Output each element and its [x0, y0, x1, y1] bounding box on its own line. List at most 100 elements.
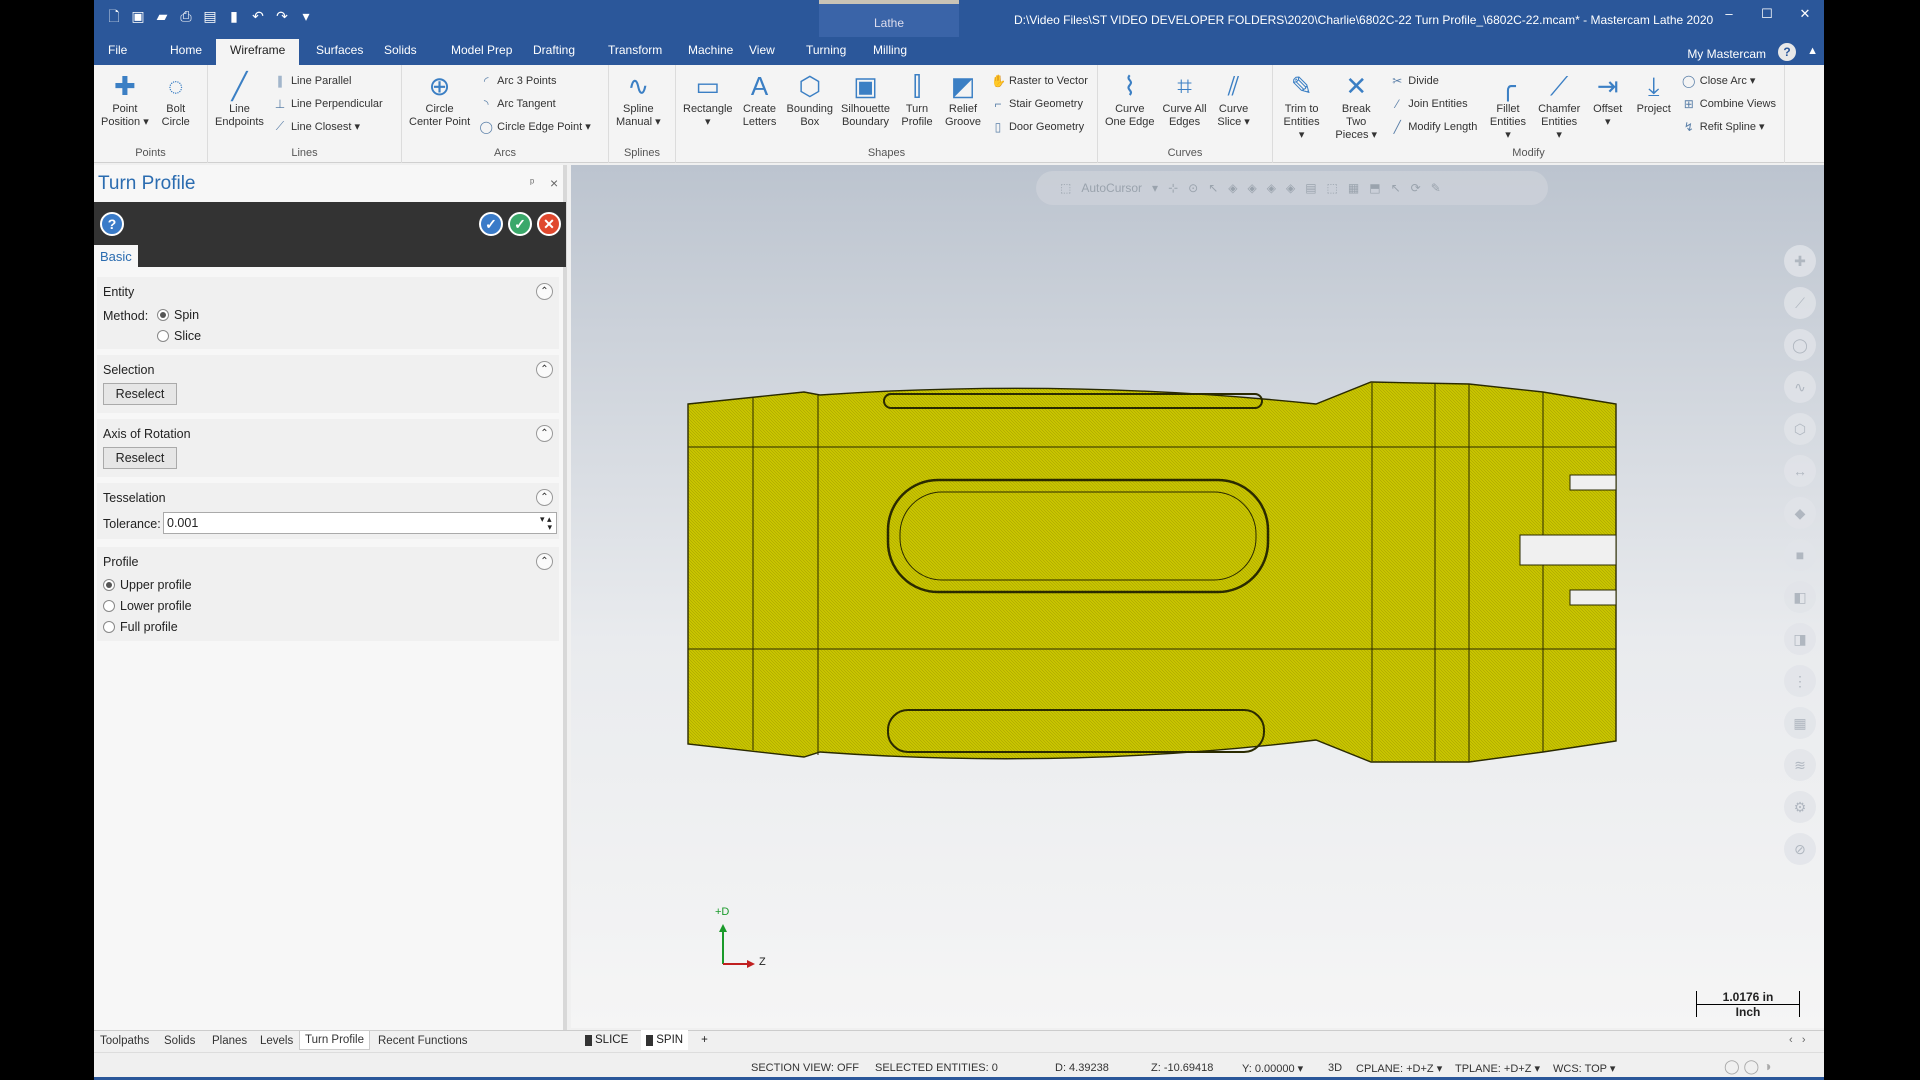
- stair-geometry-button[interactable]: ⌐ Stair Geometry: [991, 94, 1088, 113]
- circle-icon[interactable]: ◯: [1784, 329, 1816, 361]
- graphics-viewport[interactable]: ⬚ AutoCursor ▾ ⊹ ⊙ ↖ ◈ ◈ ◈ ◈ ▤ ⬚ ▦ ⬒ ↖ ⟳…: [571, 165, 1824, 1028]
- manager-tab-levels[interactable]: Levels: [260, 1035, 293, 1047]
- close-button[interactable]: ✕: [1786, 6, 1824, 22]
- raster-to-vector-button[interactable]: ✋ Raster to Vector: [991, 71, 1088, 90]
- maximize-button[interactable]: ☐: [1748, 6, 1786, 22]
- manager-tab-toolpaths[interactable]: Toolpaths: [100, 1035, 149, 1047]
- tab-file[interactable]: File: [108, 43, 127, 57]
- manager-tab-planes[interactable]: Planes: [212, 1035, 247, 1047]
- color-icon[interactable]: ◨: [1784, 623, 1816, 655]
- bookmark-icon[interactable]: ▮: [226, 8, 242, 24]
- list-icon[interactable]: ⋮: [1784, 665, 1816, 697]
- circle-edge-point-button[interactable]: ◯ Circle Edge Point ▾: [479, 117, 590, 136]
- collapse-icon[interactable]: ⌃: [536, 425, 553, 442]
- tab-surfaces[interactable]: Surfaces: [316, 43, 363, 57]
- line-icon[interactable]: ⟋: [1784, 287, 1816, 319]
- no-icon[interactable]: ⊘: [1784, 833, 1816, 865]
- wcs-status[interactable]: WCS: TOP ▾: [1553, 1062, 1615, 1075]
- cplane-status[interactable]: CPLANE: +D+Z ▾: [1356, 1062, 1442, 1075]
- spinner-icon[interactable]: ▾ ▴ ▾: [540, 515, 552, 532]
- open-icon[interactable]: ▰: [154, 8, 170, 24]
- attributes-icon[interactable]: ▦: [1784, 707, 1816, 739]
- undo-icon[interactable]: ↶: [250, 8, 266, 24]
- tab-turning[interactable]: Turning: [806, 43, 846, 57]
- tab-machine[interactable]: Machine: [688, 43, 733, 57]
- divide-button[interactable]: ✂ Divide: [1390, 71, 1477, 90]
- manager-tab-solids[interactable]: Solids: [164, 1035, 195, 1047]
- join-entities-button[interactable]: ⁄ Join Entities: [1390, 94, 1477, 113]
- minimize-button[interactable]: –: [1710, 6, 1748, 22]
- layers-icon[interactable]: ◧: [1784, 581, 1816, 613]
- tab-solids[interactable]: Solids: [384, 43, 417, 57]
- print-icon[interactable]: ⎙: [178, 8, 194, 24]
- shading-icons[interactable]: ◯ ◯ ◑: [1724, 1058, 1772, 1075]
- mode-3d[interactable]: 3D: [1328, 1062, 1342, 1074]
- viewsheet-slice[interactable]: SLICE: [580, 1030, 633, 1050]
- save-icon[interactable]: ▣: [130, 8, 146, 24]
- settings-icon[interactable]: ⚙: [1784, 791, 1816, 823]
- add-viewsheet-button[interactable]: +: [696, 1030, 713, 1050]
- radio-full-profile[interactable]: Full profile: [103, 620, 178, 634]
- collapse-icon[interactable]: ⌃: [536, 553, 553, 570]
- section-view-status[interactable]: SECTION VIEW: OFF: [751, 1062, 859, 1074]
- spline-icon[interactable]: ∿: [1784, 371, 1816, 403]
- help-icon[interactable]: ?: [100, 212, 124, 236]
- tab-view[interactable]: View: [749, 43, 775, 57]
- radio-spin[interactable]: Spin: [157, 308, 199, 322]
- tab-milling[interactable]: Milling: [873, 43, 907, 57]
- tolerance-input[interactable]: 0.001 ▾ ▴ ▾: [163, 512, 557, 534]
- ok-and-create-new-icon[interactable]: ✓: [479, 212, 503, 236]
- arc-3-points-button[interactable]: ◜ Arc 3 Points: [479, 71, 591, 90]
- tab-drafting[interactable]: Drafting: [533, 43, 575, 57]
- viewsheet-tabs: SLICE SPIN +: [580, 1030, 713, 1050]
- surface-icon[interactable]: ◆: [1784, 497, 1816, 529]
- manager-tab-turn-profile[interactable]: Turn Profile: [299, 1031, 371, 1050]
- dimension-icon[interactable]: ↔: [1784, 455, 1816, 487]
- line-closest-button[interactable]: ⟋ Line Closest ▾: [273, 117, 383, 136]
- collapse-ribbon-icon[interactable]: ▲: [1807, 45, 1818, 57]
- panel-close-icon[interactable]: ×: [550, 175, 558, 191]
- collapse-icon[interactable]: ⌃: [536, 489, 553, 506]
- help-icon[interactable]: ?: [1778, 43, 1796, 61]
- radio-lower-profile[interactable]: Lower profile: [103, 599, 192, 613]
- viewsheet-spin[interactable]: SPIN: [641, 1030, 689, 1050]
- customize-icon[interactable]: ▾: [298, 8, 314, 24]
- my-mastercam-link[interactable]: My Mastercam: [1687, 47, 1766, 61]
- tab-model-prep[interactable]: Model Prep: [451, 43, 512, 57]
- reselect-selection-button[interactable]: Reselect: [103, 383, 177, 405]
- save-as-icon[interactable]: ▤: [202, 8, 218, 24]
- collapse-icon[interactable]: ⌃: [536, 283, 553, 300]
- y-coordinate[interactable]: Y: 0.00000 ▾: [1242, 1062, 1303, 1075]
- radio-slice[interactable]: Slice: [157, 329, 201, 343]
- tab-transform[interactable]: Transform: [608, 43, 662, 57]
- scroll-arrows[interactable]: ‹ ›: [1789, 1034, 1806, 1046]
- ok-icon[interactable]: ✓: [508, 212, 532, 236]
- cancel-icon[interactable]: ✕: [537, 212, 561, 236]
- tab-home[interactable]: Home: [170, 43, 202, 57]
- tplane-status[interactable]: TPLANE: +D+Z ▾: [1455, 1062, 1540, 1075]
- manager-tab-recent-functions[interactable]: Recent Functions: [378, 1035, 468, 1047]
- reselect-axis-button[interactable]: Reselect: [103, 447, 177, 469]
- cube-icon[interactable]: ⬡: [1784, 413, 1816, 445]
- turned-part-model[interactable]: [571, 165, 1824, 1028]
- line-perpendicular-button[interactable]: ⊥ Line Perpendicular: [273, 94, 383, 113]
- modify-length-button[interactable]: ╱ Modify Length: [1390, 117, 1478, 136]
- button-label: Trim to Entities ▾: [1283, 103, 1320, 141]
- solid-icon[interactable]: ■: [1784, 539, 1816, 571]
- radio-upper-profile[interactable]: Upper profile: [103, 578, 192, 592]
- new-file-icon[interactable]: 🗋: [106, 8, 122, 24]
- arc-tangent-button[interactable]: ◝ Arc Tangent: [479, 94, 591, 113]
- door-geometry-button[interactable]: ▯ Door Geometry: [991, 117, 1088, 136]
- pin-icon[interactable]: ᵖ: [530, 177, 534, 189]
- tab-wireframe[interactable]: Wireframe: [216, 39, 300, 65]
- tab-basic[interactable]: Basic: [94, 245, 138, 267]
- stack-icon[interactable]: ≋: [1784, 749, 1816, 781]
- collapse-icon[interactable]: ⌃: [536, 361, 553, 378]
- curve-all-edges-icon: ⌗: [1177, 71, 1192, 101]
- close-arc-button[interactable]: ◯ Close Arc ▾: [1682, 71, 1776, 90]
- redo-icon[interactable]: ↷: [274, 8, 290, 24]
- line-parallel-button[interactable]: ∥ Line Parallel: [273, 71, 383, 90]
- refit-spline-button[interactable]: ↯ Refit Spline ▾: [1682, 117, 1776, 136]
- combine-views-button[interactable]: ⊞ Combine Views: [1682, 94, 1776, 113]
- point-icon[interactable]: ✚: [1784, 245, 1816, 277]
